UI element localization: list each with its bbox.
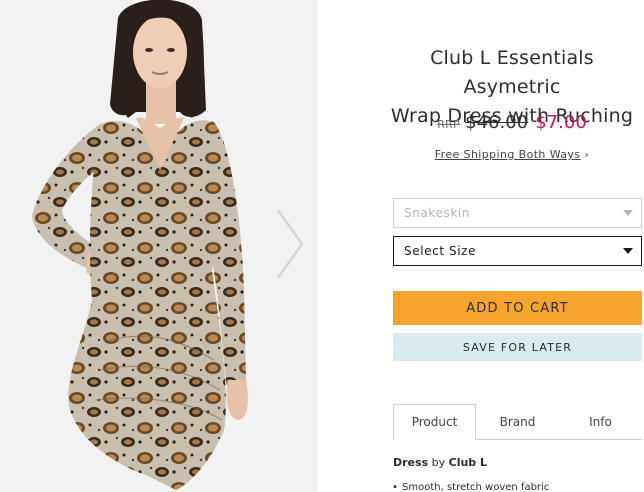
description-brand-link[interactable]: Club L	[449, 456, 487, 469]
image-next-arrow[interactable]	[272, 206, 308, 282]
shipping-info: Free Shipping Both Ways ›	[380, 148, 644, 161]
description-bullet: Smooth, stretch woven fabric	[392, 482, 549, 492]
save-for-later-button[interactable]: SAVE FOR LATER	[393, 333, 642, 361]
caret-down-icon	[623, 210, 633, 216]
product-title-line1: Club L Essentials Asymetric	[430, 47, 594, 98]
sale-price: $7.00	[535, 112, 587, 133]
size-select[interactable]: Select Size	[393, 236, 642, 266]
price-row: RRP $46.00 $7.00	[380, 112, 644, 133]
chevron-right-small-icon: ›	[584, 148, 590, 161]
product-description: Dress by Club L	[393, 456, 487, 469]
free-shipping-link[interactable]: Free Shipping Both Ways	[435, 148, 581, 161]
rrp-price: $46.00	[465, 112, 529, 133]
size-select-value: Select Size	[404, 244, 477, 258]
product-image	[0, 0, 318, 492]
product-photo-model	[0, 0, 318, 492]
tab-brand[interactable]: Brand	[476, 404, 559, 440]
chevron-right-icon	[276, 209, 304, 279]
color-select-value: Snakeskin	[404, 206, 471, 220]
caret-down-icon	[623, 248, 633, 254]
add-to-cart-button[interactable]: ADD TO CART	[393, 291, 642, 325]
color-select[interactable]: Snakeskin	[393, 198, 642, 228]
tab-info[interactable]: Info	[559, 404, 642, 440]
tab-product[interactable]: Product	[393, 404, 476, 440]
description-product-type: Dress	[393, 456, 429, 469]
rrp-label: RRP	[437, 118, 461, 131]
product-tabs: Product Brand Info	[393, 404, 642, 440]
description-by: by	[431, 456, 446, 469]
